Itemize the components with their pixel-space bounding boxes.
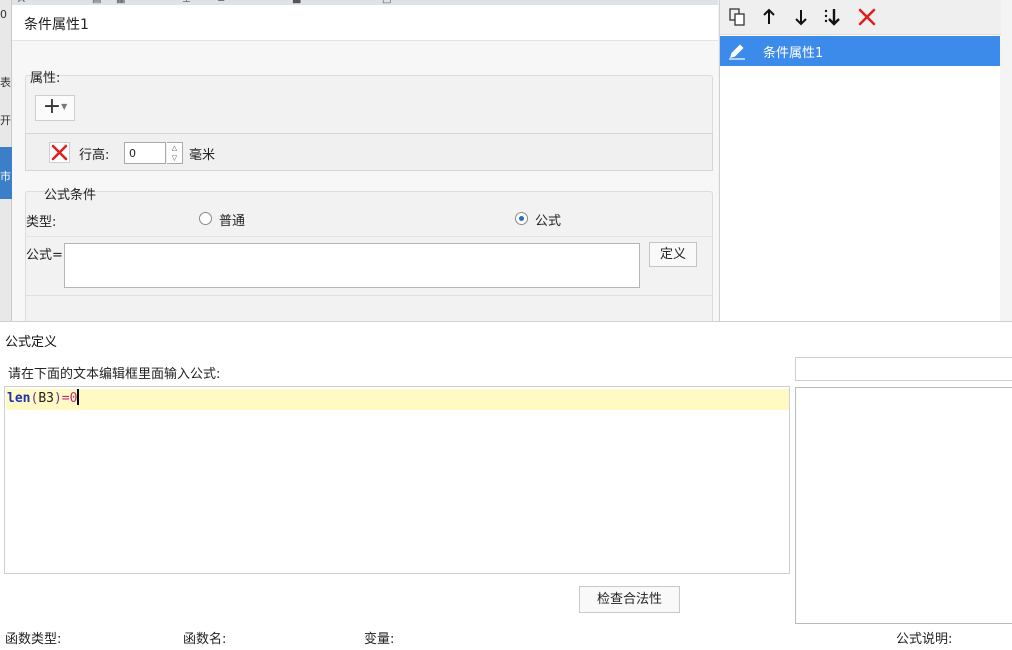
condition-attributes-window: 0 表 开 市 A ▤ ▦ ‒ ⊥ ≡ ■ □ 条件属性1 属性: +▼ 行高: [0,0,1012,321]
condition-list-panel: 条件属性1 [719,0,1001,321]
function-search-input[interactable] [795,357,1012,381]
chevron-down-icon: ▼ [61,102,68,111]
move-up-icon[interactable] [758,6,780,28]
formula-editor[interactable]: len(B3)=0 [4,386,790,574]
formula-code: len(B3)=0 [7,389,80,407]
function-type-label: 函数类型: [5,632,62,647]
add-property-button[interactable]: +▼ [35,95,75,121]
code-cell-token: B3 [38,391,54,406]
code-paren-token: ) [53,391,62,406]
row-height-spinner[interactable]: △ ▽ [167,142,183,164]
dialog-header: 条件属性1 [12,5,718,41]
divider [25,295,713,296]
variable-label: 变量: [364,632,395,647]
delete-condition-icon[interactable] [856,6,878,28]
code-number-token: 0 [69,391,78,406]
condition-list-item-label: 条件属性1 [763,46,824,61]
condition-list-toolbar [720,0,1001,35]
formula-instruction: 请在下面的文本编辑框里面输入公式: [8,367,221,382]
delete-property-icon[interactable] [49,142,70,163]
text-caret [77,389,80,405]
type-label: 类型: [26,215,57,230]
radio-formula-label[interactable]: 公式 [535,210,561,229]
condition-dialog: 条件属性1 属性: +▼ 行高: △ ▽ 毫米 公式条件 类型: 普通 公式 [12,5,718,321]
formula-condition-label: 公式条件 [44,188,97,203]
radio-formula[interactable] [515,212,528,225]
move-bottom-icon[interactable] [821,6,843,28]
row-height-label: 行高: [79,148,110,163]
function-name-label: 函数名: [183,632,227,647]
formula-description-box [795,387,1012,624]
spinner-down-icon[interactable]: ▽ [167,153,182,163]
formula-description-label: 公式说明: [896,632,953,647]
background-fragment: 表 [0,76,11,89]
formula-dialog-title: 公式定义 [5,335,58,350]
row-height-property: 行高: △ ▽ 毫米 [25,133,713,171]
background-fragment: 0 [0,8,7,21]
background-fragment: 开 [0,114,11,127]
formula-definition-window: 公式定义 请在下面的文本编辑框里面输入公式: len(B3)=0 检查合法性 函… [0,321,1012,650]
formula-label: 公式= [26,248,63,263]
background-fragment: 市 [0,170,11,183]
formula-textarea[interactable] [64,243,640,288]
divider [25,236,713,237]
define-button[interactable]: 定义 [649,242,697,267]
move-down-icon[interactable] [790,6,812,28]
plus-icon: + [42,94,62,119]
radio-normal-label[interactable]: 普通 [219,210,245,229]
dialog-title: 条件属性1 [24,17,89,33]
background-sheet-strip: 0 表 开 市 [0,0,12,321]
row-height-input[interactable] [124,142,166,164]
row-height-unit: 毫米 [189,148,216,163]
properties-label: 属性: [30,71,61,86]
current-line-highlight [6,389,789,410]
spinner-up-icon[interactable]: △ [167,143,182,153]
condition-list-item[interactable]: 条件属性1 [720,36,1000,66]
radio-normal[interactable] [199,212,212,225]
code-operator-token: = [61,391,70,406]
copy-icon[interactable] [727,6,749,28]
code-function-token: len [7,391,31,406]
pencil-icon [729,44,745,60]
check-validity-button[interactable]: 检查合法性 [579,586,680,613]
